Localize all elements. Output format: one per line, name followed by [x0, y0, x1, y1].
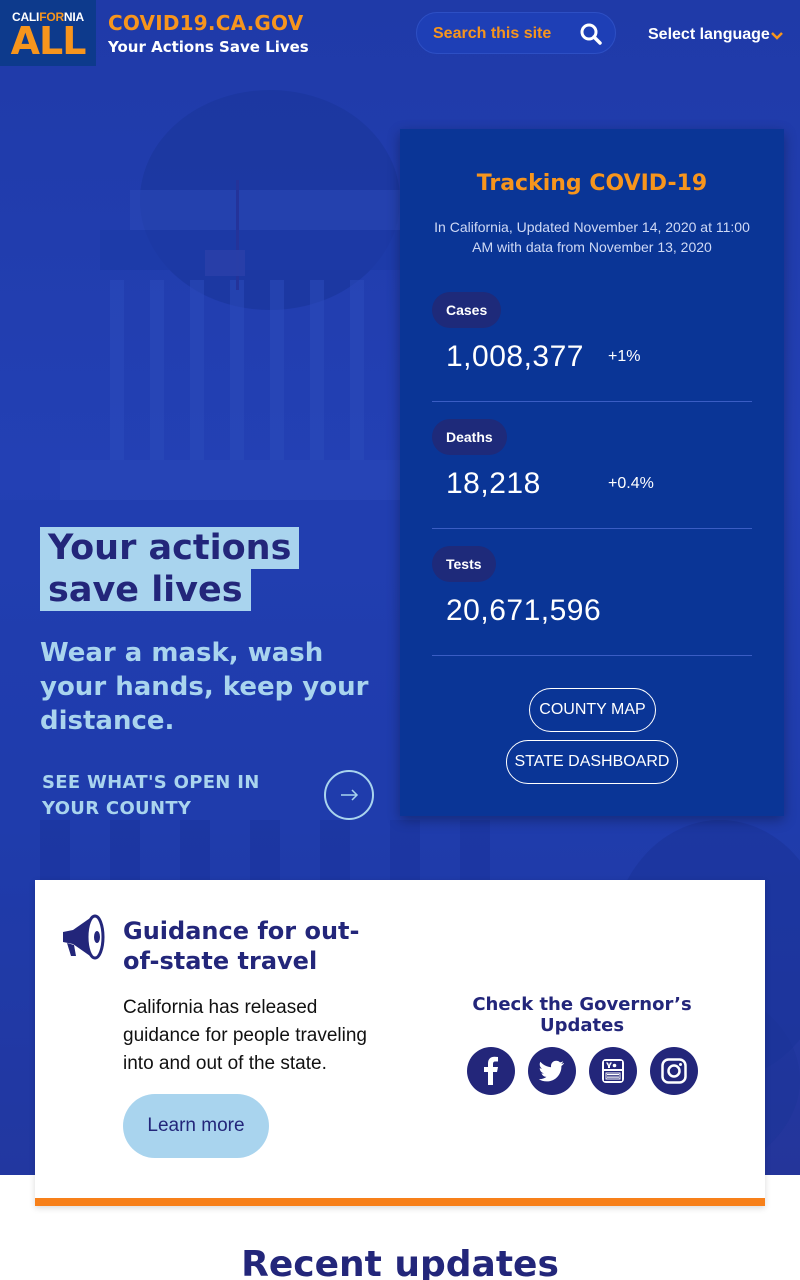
- stat-change: +1%: [608, 348, 641, 365]
- stat-change: +0.4%: [608, 475, 654, 492]
- stat-tests: Tests 20,671,596: [432, 546, 752, 656]
- guidance-card: Guidance for out-of-state travel Califor…: [35, 880, 765, 1206]
- search-input[interactable]: Search this site: [416, 12, 616, 54]
- facebook-icon: [484, 1056, 498, 1085]
- learn-more-button[interactable]: Learn more: [123, 1094, 269, 1158]
- stat-value: 1,008,377: [446, 340, 584, 373]
- state-dashboard-button[interactable]: STATE DASHBOARD: [506, 740, 678, 784]
- language-select[interactable]: Select language: [648, 26, 770, 44]
- stat-label: Deaths: [432, 419, 507, 455]
- county-map-button[interactable]: COUNTY MAP: [529, 688, 656, 732]
- hero-headline-line1: Your actions: [40, 527, 300, 569]
- facebook-link[interactable]: [467, 1047, 515, 1095]
- guidance-body: California has released guidance for peo…: [123, 997, 368, 1074]
- youtube-link[interactable]: [589, 1047, 637, 1095]
- tracking-title: Tracking COVID-19: [476, 171, 708, 196]
- search-placeholder: Search this site: [433, 25, 552, 42]
- youtube-icon: [602, 1059, 624, 1083]
- hero-subheadline: Wear a mask, wash your hands, keep your …: [40, 638, 369, 736]
- search-icon[interactable]: [579, 22, 603, 46]
- arrow-right-icon: [341, 789, 359, 801]
- twitter-link[interactable]: [528, 1047, 576, 1095]
- instagram-link[interactable]: [650, 1047, 698, 1095]
- instagram-icon: [661, 1058, 687, 1084]
- governor-updates-heading: Check the Governor’s Updates: [472, 994, 692, 1036]
- site-subtitle: Your Actions Save Lives: [108, 38, 309, 56]
- chevron-down-icon[interactable]: [770, 30, 784, 42]
- hero-headline-line2: save lives: [40, 569, 251, 611]
- guidance-title: Guidance for out-of-state travel: [123, 917, 360, 975]
- stat-label: Cases: [432, 292, 502, 328]
- stat-value: 20,671,596: [446, 594, 602, 627]
- county-open-link[interactable]: SEE WHAT'S OPEN IN YOUR COUNTY: [42, 770, 312, 822]
- stat-label: Tests: [432, 546, 496, 582]
- county-arrow-button[interactable]: [324, 770, 374, 820]
- tracking-covid-card: Tracking COVID-19 In California, Updated…: [400, 129, 784, 816]
- twitter-icon: [538, 1060, 564, 1082]
- california-for-all-logo[interactable]: CALIFORNIA ALL: [0, 0, 96, 66]
- logo-all-text: ALL: [10, 19, 87, 63]
- stat-cases: Cases 1,008,377 +1%: [432, 292, 752, 402]
- stat-deaths: Deaths 18,218 +0.4%: [432, 419, 752, 529]
- megaphone-icon: [63, 914, 105, 960]
- recent-updates-heading: Recent updates: [241, 1244, 559, 1280]
- site-title[interactable]: COVID19.CA.GOV: [108, 11, 303, 35]
- stat-value: 18,218: [446, 467, 541, 500]
- tracking-updated-text: In California, Updated November 14, 2020…: [434, 219, 750, 255]
